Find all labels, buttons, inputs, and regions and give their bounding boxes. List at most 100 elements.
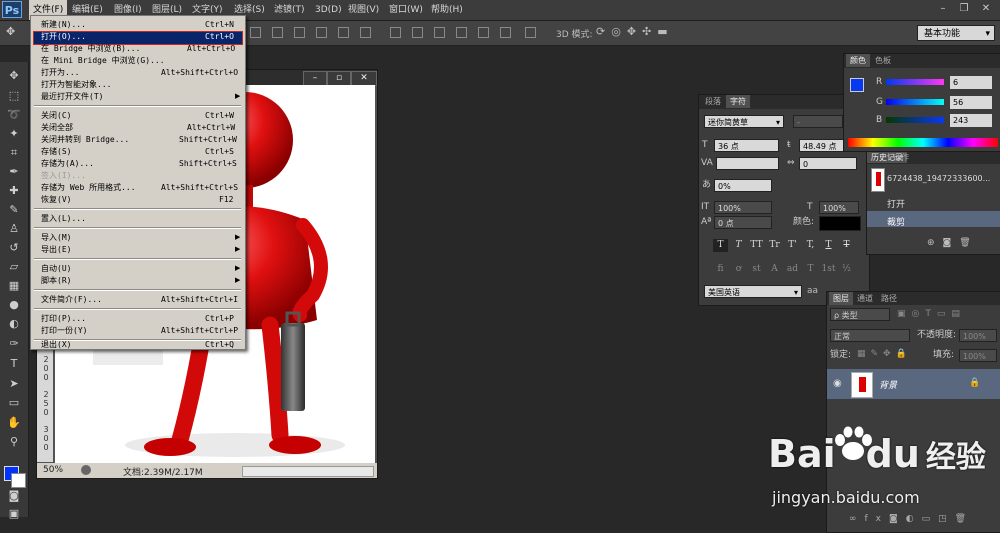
- small-caps-button[interactable]: Tr: [767, 239, 782, 252]
- history-item-open[interactable]: 打开: [887, 197, 905, 210]
- restore-icon[interactable]: ❐: [957, 2, 971, 16]
- tsume-input[interactable]: 0%: [714, 179, 772, 192]
- doc-close-icon[interactable]: ✕: [351, 71, 377, 86]
- all-caps-button[interactable]: TT: [749, 239, 764, 252]
- menu-open-as[interactable]: 打开为...: [41, 67, 79, 78]
- menu-new[interactable]: 新建(N)...: [41, 19, 86, 30]
- tab-swatches[interactable]: 色板: [871, 54, 895, 67]
- menu-browse-mini-bridge[interactable]: 在 Mini Bridge 中浏览(G)...: [41, 55, 165, 66]
- subscript-button[interactable]: T,: [803, 239, 818, 252]
- history-brush-icon[interactable]: ↺: [6, 240, 22, 256]
- lasso-tool-icon[interactable]: ➰: [6, 107, 22, 123]
- workspace-select[interactable]: 基本功能 ▾: [917, 25, 995, 41]
- menu-save-for-web[interactable]: 存储为 Web 所用格式...: [41, 182, 136, 193]
- b-slider[interactable]: [886, 117, 944, 123]
- quick-mask-icon[interactable]: ◙: [6, 488, 22, 504]
- menu-import[interactable]: 导入(M): [41, 232, 71, 243]
- menu-open-smart-object[interactable]: 打开为智能对象...: [41, 79, 111, 90]
- distribute-top-icon[interactable]: [390, 27, 401, 38]
- zoom-level[interactable]: 50%: [43, 465, 63, 475]
- status-menu-icon[interactable]: [81, 465, 91, 475]
- screen-mode-icon[interactable]: ▣: [6, 506, 22, 522]
- r-value[interactable]: 6: [950, 76, 992, 89]
- faux-bold-button[interactable]: T: [713, 239, 728, 252]
- tracking-input[interactable]: 0: [799, 157, 857, 170]
- marquee-tool-icon[interactable]: ⬚: [6, 88, 22, 104]
- close-icon[interactable]: ✕: [979, 2, 993, 16]
- menu-print[interactable]: 打印(P)...: [41, 313, 86, 324]
- path-select-icon[interactable]: ➤: [6, 376, 22, 392]
- distribute-vcenter-icon[interactable]: [412, 27, 423, 38]
- g-slider[interactable]: [886, 99, 944, 105]
- menu-close-go-bridge[interactable]: 关闭并转到 Bridge...: [41, 134, 129, 145]
- minimize-icon[interactable]: –: [936, 2, 950, 16]
- menu-filter[interactable]: 滤镜(T): [270, 0, 309, 20]
- zoom-tool-icon[interactable]: ⚲: [6, 434, 22, 450]
- gradient-tool-icon[interactable]: ▦: [6, 278, 22, 294]
- menu-file-info[interactable]: 文件简介(F)...: [41, 294, 102, 305]
- fg-color-preview[interactable]: [850, 78, 864, 92]
- dodge-tool-icon[interactable]: ◐: [6, 316, 22, 332]
- vertical-scale-input[interactable]: 100%: [714, 201, 772, 214]
- menu-automate[interactable]: 自动(U): [41, 263, 71, 274]
- tab-character[interactable]: 字符: [726, 95, 750, 108]
- r-slider[interactable]: [886, 79, 944, 85]
- kerning-input[interactable]: [716, 157, 779, 170]
- layer-name[interactable]: 背景: [879, 378, 897, 391]
- stamp-tool-icon[interactable]: ♙: [6, 221, 22, 237]
- auto-align-icon[interactable]: [525, 27, 536, 38]
- swash-button[interactable]: A: [767, 263, 782, 276]
- menu-3d[interactable]: 3D(D): [311, 0, 346, 20]
- contextual-alternates-button[interactable]: ơ: [731, 263, 746, 276]
- font-size-input[interactable]: 36 点: [714, 139, 779, 152]
- distribute-bottom-icon[interactable]: [434, 27, 445, 38]
- crop-tool-icon[interactable]: ⌗: [6, 145, 22, 161]
- tab-actions[interactable]: 动作: [889, 152, 913, 163]
- tab-channels[interactable]: 通道: [853, 292, 877, 305]
- menu-open[interactable]: 打开(O)...: [41, 31, 86, 42]
- move-tool-icon[interactable]: ✥: [6, 68, 22, 84]
- eraser-tool-icon[interactable]: ▱: [6, 259, 22, 275]
- menu-export[interactable]: 导出(E): [41, 244, 71, 255]
- brush-tool-icon[interactable]: ✎: [6, 202, 22, 218]
- font-style-select[interactable]: -: [793, 115, 843, 128]
- eye-icon[interactable]: ◉: [833, 378, 842, 389]
- menu-view[interactable]: 视图(V): [344, 0, 383, 20]
- menu-scripts[interactable]: 脚本(R): [41, 275, 71, 286]
- doc-maximize-icon[interactable]: ▫: [327, 71, 351, 86]
- 3d-tool-icons[interactable]: ⟳◎✥✣▬: [596, 25, 674, 38]
- discretionary-ligature-button[interactable]: st: [749, 263, 764, 276]
- ordinals-button[interactable]: 1st: [821, 263, 836, 276]
- strikethrough-button[interactable]: T: [839, 239, 854, 252]
- underline-button[interactable]: T: [821, 239, 836, 252]
- layer-row[interactable]: ◉ 背景 🔒: [827, 369, 1000, 399]
- align-right-icon[interactable]: [360, 27, 371, 38]
- blend-mode-select[interactable]: 正常: [830, 329, 910, 342]
- b-value[interactable]: 243: [950, 114, 992, 127]
- hand-tool-icon[interactable]: ✋: [6, 415, 22, 431]
- layer-filter-select[interactable]: ρ 类型: [830, 308, 890, 321]
- shape-tool-icon[interactable]: ▭: [6, 395, 22, 411]
- layer-filter-icons[interactable]: ▣◎T▭▤: [897, 309, 966, 319]
- stylistic-alternates-button[interactable]: ad: [785, 263, 800, 276]
- fill-input[interactable]: 100%: [959, 349, 997, 362]
- menu-save[interactable]: 存储(S): [41, 146, 71, 157]
- tab-layers[interactable]: 图层: [829, 292, 853, 305]
- text-color-swatch[interactable]: [819, 216, 861, 231]
- titling-alternates-button[interactable]: T: [803, 263, 818, 276]
- tab-paragraph[interactable]: 段落: [701, 95, 725, 108]
- eyedropper-icon[interactable]: ✒: [6, 164, 22, 180]
- doc-minimize-icon[interactable]: –: [303, 71, 327, 86]
- align-vcenter-icon[interactable]: [272, 27, 283, 38]
- font-family-select[interactable]: 迷你简黄草 ▾: [704, 115, 784, 128]
- horizontal-scrollbar[interactable]: [242, 466, 374, 477]
- menu-help[interactable]: 帮助(H): [427, 0, 467, 20]
- snapshot-name[interactable]: 6724438_19472333600...: [887, 174, 990, 183]
- type-tool-icon[interactable]: T: [6, 356, 22, 372]
- menu-print-one-copy[interactable]: 打印一份(Y): [41, 325, 87, 336]
- tab-color[interactable]: 颜色: [846, 54, 870, 67]
- menu-close[interactable]: 关闭(C): [41, 110, 71, 121]
- pen-tool-icon[interactable]: ✑: [6, 336, 22, 352]
- layer-footer-icons[interactable]: ∞fx◙◐▭◳🗑: [849, 514, 974, 524]
- blur-tool-icon[interactable]: ●: [6, 297, 22, 313]
